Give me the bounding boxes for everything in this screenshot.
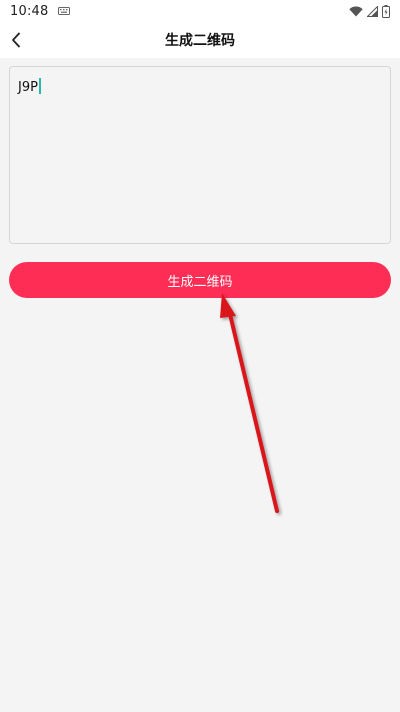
battery-icon <box>382 4 390 18</box>
signal-icon <box>367 5 378 17</box>
text-caret <box>38 78 41 94</box>
title-bar: 生成二维码 <box>0 22 400 58</box>
screen: 10:48 生成二维码 J9P 生成二维码 <box>0 0 400 712</box>
status-icons <box>349 4 390 18</box>
input-value: J9P <box>18 80 38 95</box>
status-time: 10:48 <box>10 3 49 19</box>
generate-qr-button-label: 生成二维码 <box>167 274 233 290</box>
status-bar: 10:48 <box>0 0 400 22</box>
wifi-icon <box>349 6 363 16</box>
chevron-left-icon <box>12 32 20 48</box>
page-title: 生成二维码 <box>165 33 235 49</box>
back-button[interactable] <box>2 22 30 58</box>
keyboard-icon <box>58 7 71 15</box>
generate-qr-button[interactable]: 生成二维码 <box>9 262 391 298</box>
qr-content-input[interactable]: J9P <box>9 66 391 244</box>
